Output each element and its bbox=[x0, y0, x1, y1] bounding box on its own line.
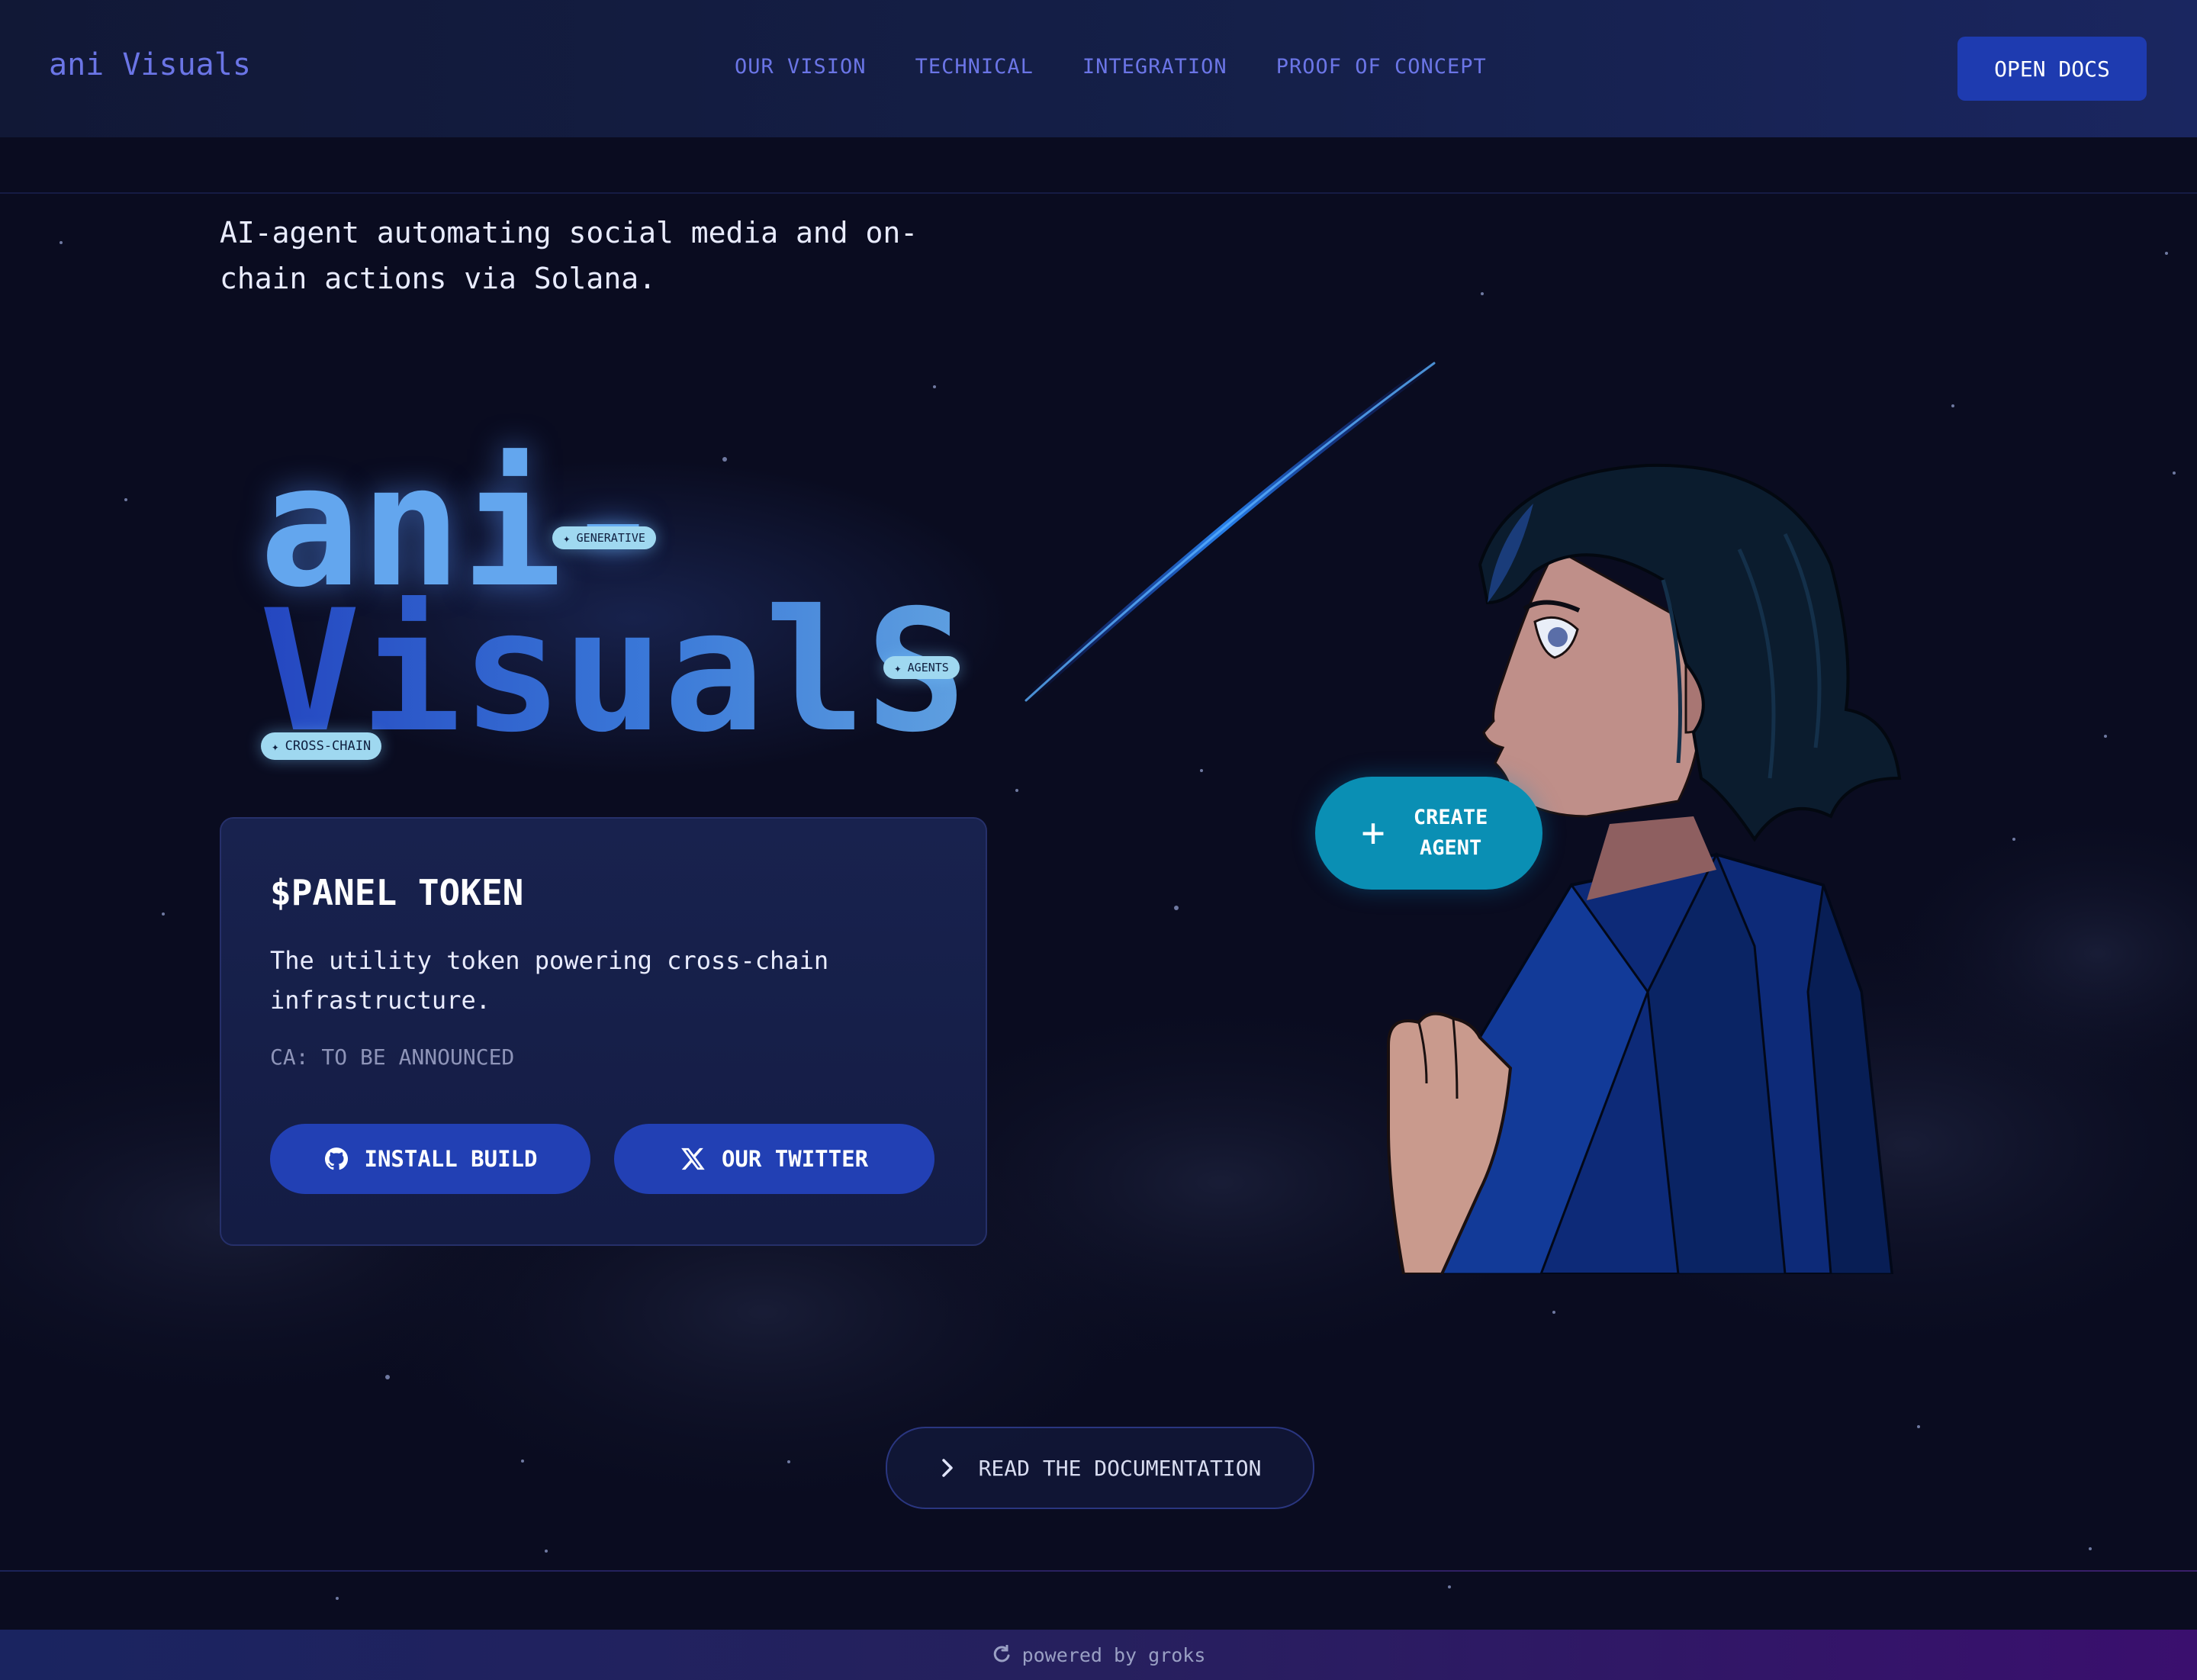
chip-label: GENERATIVE bbox=[576, 531, 645, 545]
contract-address: CA: TO BE ANNOUNCED bbox=[270, 1044, 515, 1070]
nav-link-integration[interactable]: INTEGRATION bbox=[1082, 55, 1227, 79]
sparkle-icon: ✦ bbox=[563, 530, 571, 546]
read-documentation-button[interactable]: READ THE DOCUMENTATION bbox=[886, 1427, 1314, 1509]
nav-link-our-vision[interactable]: OUR VISION bbox=[735, 55, 867, 79]
chip-generative: ✦ GENERATIVE bbox=[552, 526, 656, 549]
main-nav: OUR VISION TECHNICAL INTEGRATION PROOF O… bbox=[735, 55, 1487, 79]
nav-link-technical[interactable]: TECHNICAL bbox=[915, 55, 1034, 79]
footer: powered by groks bbox=[0, 1630, 2197, 1680]
open-docs-button[interactable]: OPEN DOCS bbox=[1957, 37, 2147, 101]
create-agent-button[interactable]: + CREATE AGENT bbox=[1315, 777, 1542, 890]
sparkle-icon: ✦ bbox=[894, 660, 902, 675]
install-build-button[interactable]: INSTALL BUILD bbox=[270, 1124, 590, 1194]
x-icon bbox=[681, 1147, 705, 1170]
our-twitter-label: OUR TWITTER bbox=[721, 1146, 869, 1172]
divider bbox=[0, 192, 2197, 194]
install-build-label: INSTALL BUILD bbox=[364, 1146, 538, 1172]
token-description: The utility token powering cross-chain i… bbox=[270, 946, 829, 1015]
read-documentation-label: READ THE DOCUMENTATION bbox=[978, 1455, 1262, 1481]
github-icon bbox=[324, 1147, 348, 1170]
footer-text: powered by groks bbox=[1021, 1643, 1206, 1666]
chip-agents: ✦ AGENTS bbox=[883, 656, 960, 679]
chip-label: AGENTS bbox=[907, 661, 949, 674]
our-twitter-button[interactable]: OUR TWITTER bbox=[614, 1124, 934, 1194]
chip-cross-chain: ✦ CROSS-CHAIN bbox=[261, 732, 382, 760]
chevron-right-icon bbox=[941, 1459, 953, 1477]
divider bbox=[0, 1570, 2197, 1572]
create-agent-label: CREATE AGENT bbox=[1413, 806, 1488, 860]
sparkle-icon: ✦ bbox=[272, 739, 279, 754]
chip-label: CROSS-CHAIN bbox=[285, 739, 372, 754]
hero-title-line-2: VisualS bbox=[259, 574, 967, 769]
nav-link-proof-of-concept[interactable]: PROOF OF CONCEPT bbox=[1276, 55, 1487, 79]
refresh-icon bbox=[993, 1645, 1010, 1662]
plus-icon: + bbox=[1361, 810, 1385, 856]
token-title: $PANEL TOKEN bbox=[270, 872, 524, 913]
hero-tagline: AI-agent automating social media and on-… bbox=[220, 216, 918, 295]
site-logo[interactable]: ani Visuals bbox=[49, 47, 251, 82]
top-navbar: ani Visuals OUR VISION TECHNICAL INTEGRA… bbox=[0, 0, 2197, 137]
token-panel: $PANEL TOKEN The utility token powering … bbox=[220, 817, 987, 1246]
